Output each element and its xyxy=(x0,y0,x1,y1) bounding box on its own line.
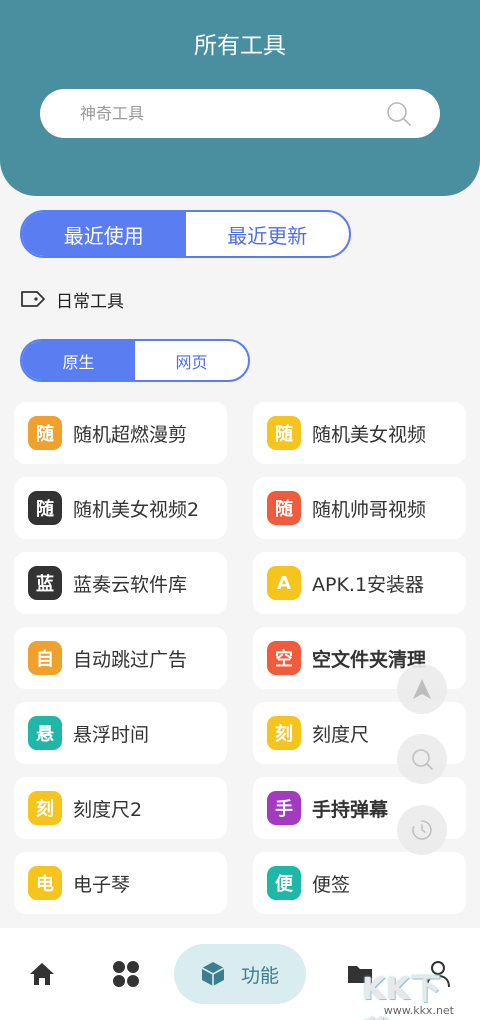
tool-item[interactable]: 随 随机美女视频2 xyxy=(14,477,227,539)
tool-badge: 刻 xyxy=(267,716,301,750)
tool-badge: 悬 xyxy=(28,716,62,750)
tag-icon xyxy=(21,291,45,307)
category-header: 日常工具 xyxy=(20,287,124,312)
tool-badge: 随 xyxy=(267,416,301,450)
tool-name: 便签 xyxy=(312,873,351,896)
home-icon xyxy=(30,963,54,985)
navigation-arrow-icon xyxy=(413,679,431,699)
tool-name: APK.1安装器 xyxy=(312,573,425,596)
navigate-fab[interactable] xyxy=(397,664,447,714)
tool-name: 随机美女视频 xyxy=(312,423,427,446)
nav-functions[interactable]: 功能 xyxy=(174,944,306,1004)
tool-badge: 便 xyxy=(267,866,301,900)
search-icon xyxy=(412,749,433,770)
tab-recent-used[interactable]: 最近使用 xyxy=(22,212,186,256)
tool-item[interactable]: 随 随机美女视频 xyxy=(253,402,466,464)
tool-name: 电子琴 xyxy=(73,873,131,896)
tool-badge: 蓝 xyxy=(28,566,62,600)
tool-name: 悬浮时间 xyxy=(73,723,150,746)
cube-icon xyxy=(201,962,225,986)
tool-badge: 随 xyxy=(28,416,62,450)
header: 所有工具 xyxy=(0,0,480,196)
tool-item[interactable]: 刻 刻度尺2 xyxy=(14,777,227,839)
tool-item[interactable]: 电 电子琴 xyxy=(14,852,227,914)
source-tabs: 原生 网页 xyxy=(20,339,250,382)
tool-name: 随机美女视频2 xyxy=(73,498,200,521)
tool-item[interactable]: 便 便签 xyxy=(253,852,466,914)
tool-badge: 刻 xyxy=(28,791,62,825)
nav-apps[interactable] xyxy=(106,928,146,1020)
watermark-url: www.kkx.net xyxy=(383,1004,454,1017)
recent-tabs: 最近使用 最近更新 xyxy=(20,210,351,258)
tool-name: 蓝奏云软件库 xyxy=(73,573,188,596)
tool-item[interactable]: 随 随机超燃漫剪 xyxy=(14,402,227,464)
nav-home[interactable] xyxy=(22,928,62,1020)
tool-badge: 电 xyxy=(28,866,62,900)
history-icon xyxy=(412,820,432,840)
tool-item[interactable]: 悬 悬浮时间 xyxy=(14,702,227,764)
tab-native[interactable]: 原生 xyxy=(22,341,135,380)
history-fab[interactable] xyxy=(397,805,447,855)
tool-badge: A xyxy=(267,566,301,600)
tool-name: 手持弹幕 xyxy=(312,798,389,821)
grid-icon xyxy=(113,961,139,987)
tool-badge: 空 xyxy=(267,641,301,675)
tool-badge: 手 xyxy=(267,791,301,825)
search-input[interactable] xyxy=(80,89,380,138)
watermark: KK下载 www.kkx.net xyxy=(362,962,480,1020)
tab-web[interactable]: 网页 xyxy=(135,341,248,380)
search-icon[interactable] xyxy=(386,101,412,127)
tool-name: 刻度尺 xyxy=(312,723,370,746)
category-label: 日常工具 xyxy=(56,291,124,312)
tool-badge: 随 xyxy=(28,491,62,525)
page-title: 所有工具 xyxy=(194,33,286,59)
tool-badge: 自 xyxy=(28,641,62,675)
tool-item[interactable]: 随 随机帅哥视频 xyxy=(253,477,466,539)
tool-badge: 随 xyxy=(267,491,301,525)
nav-functions-label: 功能 xyxy=(240,964,279,987)
tab-recent-updated[interactable]: 最近更新 xyxy=(186,212,350,256)
tool-item[interactable]: 蓝 蓝奏云软件库 xyxy=(14,552,227,614)
tool-name: 随机帅哥视频 xyxy=(312,498,427,521)
tool-item[interactable]: 自 自动跳过广告 xyxy=(14,627,227,689)
tool-item[interactable]: A APK.1安装器 xyxy=(253,552,466,614)
tool-name: 自动跳过广告 xyxy=(73,648,188,671)
tool-name: 刻度尺2 xyxy=(73,798,143,821)
tool-name: 随机超燃漫剪 xyxy=(73,423,188,446)
search-bar[interactable] xyxy=(40,89,440,138)
search-fab[interactable] xyxy=(397,734,447,784)
